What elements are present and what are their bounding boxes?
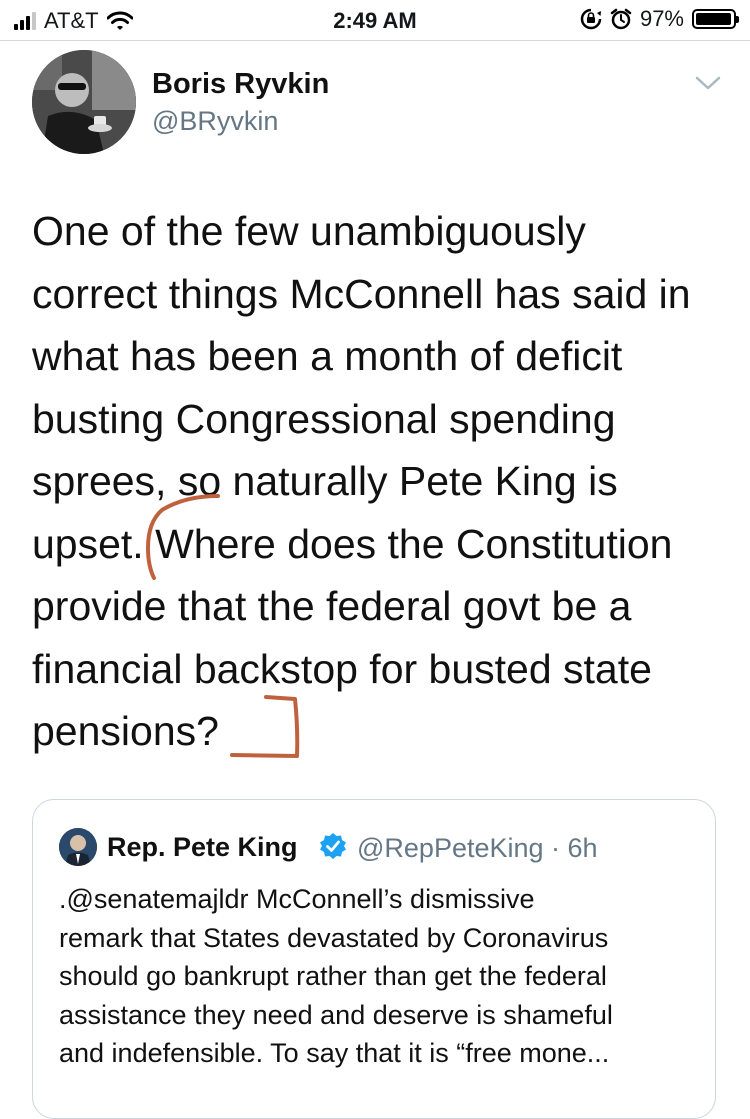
- author-handle[interactable]: @BRyvkin: [152, 106, 278, 137]
- author-avatar[interactable]: [32, 50, 136, 154]
- tweet-line: busting Congressional spending: [32, 395, 616, 442]
- quoted-line: .@senatemajldr McConnell’s dismissive: [59, 884, 535, 914]
- battery-percent: 97%: [639, 6, 684, 31]
- quoted-avatar-photo: [59, 828, 97, 866]
- battery-icon: [692, 9, 739, 29]
- quoted-line: remark that States devastated by Coronav…: [59, 922, 609, 953]
- tweet-line: financial backstop for busted state: [32, 645, 652, 692]
- quoted-line: should go bankrupt rather than get the f…: [59, 961, 607, 991]
- tweet-line: correct things McConnell has said in: [32, 270, 691, 317]
- tweet-text: One of the few unambiguously correct thi…: [32, 200, 732, 763]
- tweet-line: what has been a month of deficit: [32, 333, 623, 379]
- avatar-photo: [32, 50, 136, 154]
- battery-level-fill: [696, 13, 731, 25]
- tweet-line: sprees, so naturally Pete King is: [32, 458, 618, 504]
- quoted-tweet-card[interactable]: Rep. Pete King @RepPeteKing · 6h .@senat…: [32, 799, 716, 1119]
- verified-badge-icon: [320, 833, 346, 859]
- author-name[interactable]: Boris Ryvkin: [152, 68, 329, 101]
- quoted-author-name[interactable]: Rep. Pete King: [107, 832, 298, 863]
- alarm-clock-icon: [610, 8, 632, 30]
- status-divider: [0, 40, 750, 41]
- tweet-line: upset. Where does the Constitution: [32, 520, 673, 567]
- tweet-line: One of the few unambiguously: [32, 208, 586, 254]
- chevron-down-icon[interactable]: [694, 74, 722, 92]
- status-bar: AT&T 2:49 AM 97%: [0, 0, 750, 40]
- tweet-line: pensions?: [32, 708, 219, 754]
- quoted-line: and indefensible. To say that it is “fre…: [59, 1038, 610, 1068]
- tweet-line: provide that the federal govt be a: [32, 583, 632, 629]
- status-right: 97%: [580, 6, 739, 32]
- rotation-lock-icon: [580, 8, 602, 30]
- quoted-line: assistance they need and deserve is sham…: [59, 999, 613, 1030]
- quoted-author-handle-time[interactable]: @RepPeteKing · 6h: [357, 833, 598, 864]
- quoted-tweet-text: .@senatemajldr McConnell’s dismissive re…: [59, 880, 699, 1073]
- quoted-author-avatar[interactable]: [59, 828, 97, 866]
